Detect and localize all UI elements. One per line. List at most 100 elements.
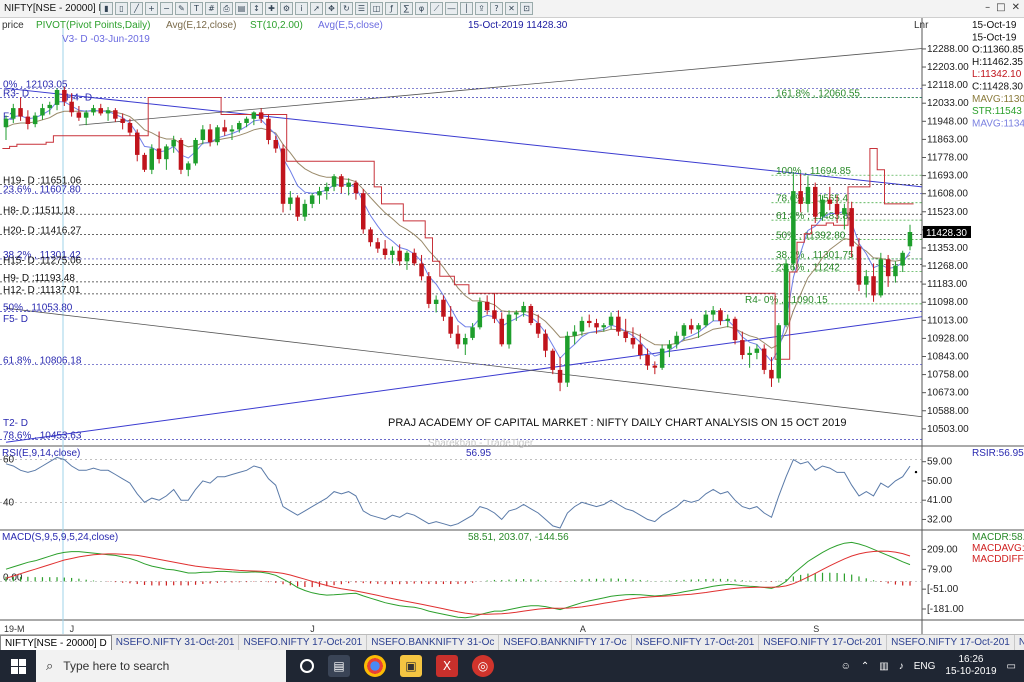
candle-body — [725, 318, 730, 321]
chart-tab[interactable]: NSEFO.NIFTY 17-Oct-201 — [239, 635, 368, 650]
indicator-icon[interactable]: ƒ — [385, 2, 398, 15]
arrow-icon[interactable]: ➚ — [310, 2, 323, 15]
bar-icon[interactable]: ▮ — [100, 2, 113, 15]
candle-body — [215, 127, 220, 143]
x-axis-label: A — [580, 624, 586, 634]
minimize-icon[interactable]: – — [985, 2, 990, 13]
grid-icon[interactable]: # — [205, 2, 218, 15]
candle-body — [171, 140, 176, 147]
cross-icon[interactable]: ✚ — [265, 2, 278, 15]
folder-icon[interactable]: ▣ — [400, 655, 422, 677]
refresh-icon[interactable]: ↻ — [340, 2, 353, 15]
rsi-left-tick: 40 — [3, 497, 15, 508]
candle-body — [91, 108, 96, 113]
x-axis-label: S — [813, 624, 819, 634]
candle-body — [791, 191, 796, 264]
candle-body — [375, 242, 380, 249]
notification-icon[interactable]: ▭ — [1007, 661, 1016, 672]
candle-body — [149, 148, 154, 170]
info-icon[interactable]: i — [295, 2, 308, 15]
zoom-out-icon[interactable]: − — [160, 2, 173, 15]
trend-icon[interactable]: ⟋ — [430, 2, 443, 15]
network-icon[interactable]: ▥ — [879, 661, 888, 672]
legend-v3: V3- D -03-Jun-2019 — [62, 34, 150, 45]
price-tick-label: 11013.00 — [927, 315, 968, 326]
candle-body — [834, 203, 840, 215]
study-icon[interactable]: ∑ — [400, 2, 413, 15]
rsi-tick-label: 59.00 — [927, 457, 952, 468]
candle-body — [280, 148, 286, 204]
task-view-icon[interactable] — [300, 659, 314, 673]
price-tick-label: 10673.00 — [927, 388, 969, 399]
candle-body — [156, 148, 162, 160]
candle-body — [448, 316, 453, 334]
tradetiger-icon[interactable]: ◎ — [472, 655, 494, 677]
candle-body — [761, 348, 767, 370]
close-icon[interactable]: ✕ — [505, 2, 518, 15]
chrome-icon[interactable] — [364, 655, 386, 677]
chart-tab[interactable]: NSEFO.BANKNIFTY 17-Oc — [499, 635, 632, 650]
clock[interactable]: 16:26 15-10-2019 — [945, 654, 996, 678]
chart-tab[interactable]: NIFTY[NSE - 20000] D — [0, 635, 112, 650]
candle-body — [273, 140, 278, 149]
candle-body — [506, 314, 512, 345]
settings-icon[interactable]: ⚙ — [280, 2, 293, 15]
file-manager-icon[interactable]: ▤ — [328, 655, 350, 677]
close-icon[interactable]: ✕ — [1012, 2, 1020, 13]
chart-tab[interactable]: NSEFO.BANKNIFTY 31-Oc — [367, 635, 500, 650]
chart-tab[interactable]: NSEFO.NIFTY 17-Oct-201 — [887, 635, 1015, 650]
draw-icon[interactable]: ✎ — [175, 2, 188, 15]
volume-icon[interactable]: ♪ — [899, 661, 904, 672]
level-label: R3- D — [3, 88, 29, 99]
people-icon[interactable]: ☺ — [841, 661, 851, 672]
taskbar-search[interactable]: ⌕ Type here to search — [36, 650, 286, 682]
chart-tab[interactable]: NSEFO.NIFTY 31-Oct-201 — [112, 635, 240, 650]
scale-icon[interactable]: ↕ — [250, 2, 263, 15]
overlay-icon[interactable]: ◫ — [370, 2, 383, 15]
candle-body — [594, 323, 599, 328]
candle-body — [412, 252, 417, 264]
last-price-label: 11428.30 — [926, 228, 967, 239]
side-level-label: T2- D — [3, 418, 28, 429]
candle-body — [455, 333, 461, 345]
vline-icon[interactable]: │ — [460, 2, 473, 15]
candle-body — [667, 344, 672, 349]
list-icon[interactable]: ☰ — [355, 2, 368, 15]
lock-icon[interactable]: ⊡ — [520, 2, 533, 15]
candle-body — [76, 112, 82, 118]
chart-tab[interactable]: NSEFO.NIFTY 17-Oct-201 — [632, 635, 760, 650]
zoom-in-icon[interactable]: + — [145, 2, 158, 15]
print-icon[interactable]: ⎙ — [220, 2, 233, 15]
chart-tab[interactable]: NSEFO.NIFTY 31-Oct-2019 — [1015, 635, 1024, 650]
tray-up-icon[interactable]: ⌃ — [861, 661, 869, 672]
candle-body — [893, 265, 898, 277]
level-label: H12- D :11137.01 — [3, 285, 81, 296]
candle-body — [120, 118, 125, 123]
pan-icon[interactable]: ✥ — [325, 2, 338, 15]
level-label: H15- D :11275.06 — [3, 256, 82, 267]
candle-body — [331, 176, 337, 187]
language-indicator[interactable]: ENG — [914, 661, 936, 672]
legend-lnr: Lnr — [914, 20, 929, 31]
export-icon[interactable]: ⇪ — [475, 2, 488, 15]
start-button[interactable] — [0, 650, 36, 682]
restore-icon[interactable]: □ — [996, 2, 1005, 13]
text-icon[interactable]: T — [190, 2, 203, 15]
save-icon[interactable]: ▤ — [235, 2, 248, 15]
legend-supertrend: ST(10,2.00) — [250, 20, 303, 31]
chart-tab[interactable]: NSEFO.NIFTY 17-Oct-201 — [759, 635, 888, 650]
candle-body — [309, 195, 315, 204]
candle-body — [871, 276, 876, 296]
fib-icon[interactable]: φ — [415, 2, 428, 15]
hline-icon[interactable]: ― — [445, 2, 458, 15]
price-tick-label: 11268.00 — [927, 261, 968, 272]
line-icon[interactable]: ╱ — [130, 2, 143, 15]
excel-icon[interactable]: X — [436, 655, 458, 677]
candle-icon[interactable]: ▯ — [115, 2, 128, 15]
candle-body — [317, 191, 322, 196]
app-window: NIFTY[NSE - 20000] D ▮ ▯ ╱ + − ✎ T # ⎙ ▤ ↕ ✚ ⚙ i ➚ ✥ ↻ ☰ ◫… — [0, 0, 1024, 682]
candle-body — [69, 101, 74, 113]
candle-body — [302, 203, 308, 217]
help-icon[interactable]: ? — [490, 2, 503, 15]
chart-area[interactable]: 12288.00 12203.00 12118.00 12033.00 11948.00… — [0, 18, 1024, 634]
